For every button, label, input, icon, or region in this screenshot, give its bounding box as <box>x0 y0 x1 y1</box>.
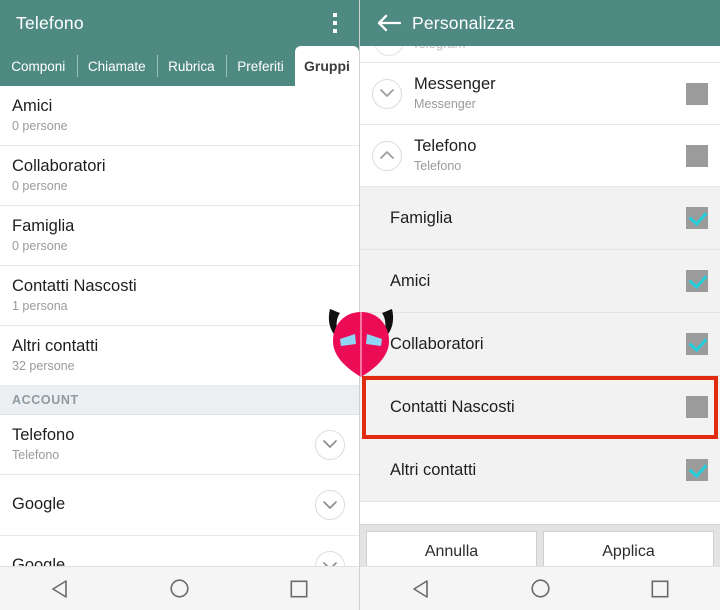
account-texts: Messenger Messenger <box>414 74 686 113</box>
left-phone-panel: Telefono Componi Chiamate Rubrica Prefer… <box>0 0 360 610</box>
account-type: Telegram <box>412 46 465 51</box>
group-row-wrap: Altri contatti <box>360 439 720 502</box>
tab-label: Chiamate <box>87 58 146 74</box>
group-count: 0 persone <box>12 119 68 133</box>
checkbox-telefono[interactable] <box>686 144 708 167</box>
recents-square-icon[interactable] <box>640 574 680 604</box>
tab-label: Componi <box>11 58 66 74</box>
personalizza-scroll-list[interactable]: Telegram Messenger Messenger Tel <box>360 46 720 524</box>
section-header-account: ACCOUNT <box>0 386 359 415</box>
page-title: Personalizza <box>412 12 515 33</box>
checkbox-famiglia[interactable] <box>686 207 708 229</box>
left-appbar: Telefono <box>0 0 359 46</box>
list-item-account-telefono[interactable]: Telefono Telefono <box>360 125 720 187</box>
tab-bar: Componi Chiamate Rubrica Preferiti Grupp… <box>0 46 359 86</box>
list-item[interactable]: Famiglia 0 persone <box>0 206 359 266</box>
group-count: 0 persone <box>12 239 68 253</box>
checkbox-messenger[interactable] <box>686 82 708 105</box>
checkbox-amici[interactable] <box>686 270 708 292</box>
list-item-telegram-clipped[interactable]: Telegram <box>360 46 720 63</box>
back-triangle-icon[interactable] <box>40 574 80 604</box>
groups-list: Amici 0 persone Collaboratori 0 persone … <box>0 86 359 597</box>
system-navbar-right <box>360 566 720 610</box>
devil-head-logo <box>326 303 396 381</box>
list-item-group-famiglia[interactable]: Famiglia <box>360 187 720 250</box>
account-type: Messenger <box>414 97 476 111</box>
account-type: Telefono <box>12 448 60 462</box>
group-row-wrap: Famiglia <box>360 187 720 250</box>
page-title: Telefono <box>16 12 84 33</box>
tab-gruppi[interactable]: Gruppi <box>294 46 359 86</box>
back-triangle-icon[interactable] <box>400 574 440 604</box>
tab-label: Rubrica <box>168 58 215 74</box>
group-label: Altri contatti <box>390 460 477 479</box>
chevron-down-icon[interactable] <box>374 46 404 56</box>
group-count: 32 persone <box>12 359 75 373</box>
list-item-account-messenger[interactable]: Messenger Messenger <box>360 63 720 125</box>
system-navbar-left <box>0 566 359 610</box>
list-item[interactable]: Amici 0 persone <box>0 86 359 146</box>
group-count: 1 persona <box>12 299 68 313</box>
chevron-down-icon[interactable] <box>372 78 402 109</box>
group-name: Altri contatti <box>12 337 99 355</box>
list-item[interactable]: Collaboratori 0 persone <box>0 146 359 206</box>
list-item-group-contatti-nascosti[interactable]: Contatti Nascosti <box>360 376 720 439</box>
account-name: Google <box>12 495 66 513</box>
tab-label: Gruppi <box>304 58 350 74</box>
group-label: Amici <box>390 271 431 290</box>
account-name: Messenger <box>414 75 496 93</box>
arrow-left-icon[interactable] <box>372 6 406 40</box>
home-circle-icon[interactable] <box>520 574 560 604</box>
chevron-down-icon[interactable] <box>315 490 345 520</box>
checkbox-collaboratori[interactable] <box>686 333 708 355</box>
more-vertical-icon[interactable] <box>325 10 345 36</box>
group-name: Famiglia <box>12 217 75 235</box>
screenshot-root: Telefono Componi Chiamate Rubrica Prefer… <box>0 0 720 610</box>
checkbox-altri-contatti[interactable] <box>686 459 708 481</box>
home-circle-icon[interactable] <box>159 574 199 604</box>
group-row-wrap: Amici <box>360 250 720 313</box>
tab-preferiti[interactable]: Preferiti <box>225 46 295 86</box>
group-label: Famiglia <box>390 208 453 227</box>
account-name: Telefono <box>12 426 75 444</box>
chevron-up-icon[interactable] <box>372 140 402 171</box>
right-phone-panel: Personalizza Telegram Messenger Messenge… <box>360 0 720 610</box>
account-type: Telefono <box>414 159 462 173</box>
group-label: Contatti Nascosti <box>390 397 515 416</box>
group-name: Amici <box>12 97 53 115</box>
account-texts: Telefono Telefono <box>414 136 686 175</box>
chevron-down-icon[interactable] <box>315 429 345 460</box>
account-name: Telefono <box>414 137 477 155</box>
group-row-wrap: Collaboratori <box>360 313 720 376</box>
list-item-group-amici[interactable]: Amici <box>360 250 720 313</box>
right-appbar: Personalizza <box>360 0 720 46</box>
group-row-wrap-highlighted: Contatti Nascosti <box>360 376 720 439</box>
tab-rubrica[interactable]: Rubrica <box>156 46 226 86</box>
checkbox-contatti-nascosti[interactable] <box>686 396 708 418</box>
group-name: Contatti Nascosti <box>12 277 137 295</box>
tab-label: Preferiti <box>237 58 284 74</box>
list-item-account-google-1[interactable]: Google <box>0 475 359 536</box>
tab-chiamate[interactable]: Chiamate <box>76 46 157 86</box>
list-item-group-altri-contatti[interactable]: Altri contatti <box>360 439 720 502</box>
list-item-account-telefono[interactable]: Telefono Telefono <box>0 415 359 475</box>
tab-componi[interactable]: Componi <box>0 46 77 86</box>
list-item[interactable]: Contatti Nascosti 1 persona <box>0 266 359 326</box>
group-count: 0 persone <box>12 179 68 193</box>
list-item[interactable]: Altri contatti 32 persone <box>0 326 359 386</box>
group-label: Collaboratori <box>390 334 484 353</box>
recents-square-icon[interactable] <box>279 574 319 604</box>
group-name: Collaboratori <box>12 157 106 175</box>
list-item-group-collaboratori[interactable]: Collaboratori <box>360 313 720 376</box>
